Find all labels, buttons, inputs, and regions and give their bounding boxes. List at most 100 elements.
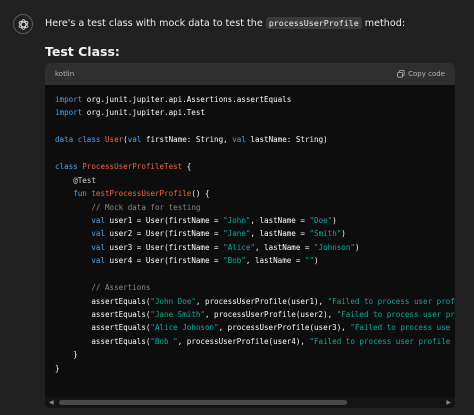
code-token: user1 = User(firstName = (105, 215, 224, 225)
scroll-left-arrow-icon[interactable]: ◀ (49, 399, 54, 406)
copy-code-button[interactable]: Copy code (397, 70, 445, 78)
code-token: data class (55, 135, 101, 145)
code-token: "Johnson" (314, 242, 355, 252)
copy-icon (397, 70, 405, 78)
code-line: val user4 = User(firstName = "Bob", last… (55, 254, 455, 267)
code-token: "Alice Johnson" (150, 323, 219, 333)
code-token: "Jane Smith" (150, 310, 205, 319)
inline-code-method: processUserProfile (265, 17, 362, 29)
code-token: ) (314, 256, 319, 266)
code-token: , lastName = (250, 229, 310, 239)
code-line: assertEquals("John Doe", processUserProf… (55, 295, 455, 308)
scroll-right-arrow-icon[interactable]: ▶ (446, 399, 451, 406)
code-token: } (55, 350, 78, 360)
code-line: val user1 = User(firstName = "John", las… (55, 214, 455, 227)
code-token: } (55, 363, 60, 373)
code-token: ProcessUserProfileTest (82, 162, 183, 172)
openai-logo-icon (18, 18, 28, 30)
code-token: assertEquals( (55, 323, 151, 333)
code-token: "John" (223, 215, 251, 225)
code-token: "Smith" (309, 229, 342, 239)
code-token: org.junit.jupiter.api.Assertions.assertE… (82, 95, 292, 104)
code-token: ) (341, 229, 346, 239)
code-token: user3 = User(firstName = (105, 242, 224, 252)
code-line: fun testProcessUserProfile() { (55, 187, 455, 200)
code-token: "Failed to process use (350, 323, 451, 333)
code-token: val (91, 242, 105, 252)
code-token: fun (73, 189, 87, 199)
code-token: { (182, 162, 192, 172)
code-token: firstName: String, (141, 135, 233, 145)
code-line: assertEquals("Jane Smith", processUserPr… (55, 308, 455, 321)
code-token: "Alice" (223, 242, 255, 252)
code-token: , processUserProfile(user2), (204, 310, 337, 319)
code-line: // Mock data for testing (55, 201, 455, 214)
code-line: class ProcessUserProfileTest { (55, 160, 455, 173)
code-token: org.junit.jupiter.api.Test (82, 108, 205, 118)
code-token: lastName: String) (245, 135, 328, 145)
code-token: // Mock data for testing (91, 202, 201, 212)
code-token: User (104, 135, 124, 145)
code-token: , lastName = (250, 215, 310, 225)
code-line: @Test (55, 174, 455, 187)
code-token: "" (304, 256, 315, 266)
code-token: user4 = User(firstName = (105, 256, 224, 266)
code-token: "Doe" (309, 215, 333, 225)
code-token: , processUserProfile(user4), (177, 336, 310, 346)
code-token: assertEquals( (55, 296, 151, 306)
code-line: assertEquals("Bob ", processUserProfile(… (55, 335, 455, 348)
code-token: import (55, 95, 83, 104)
code-token: "Failed to process user prof (336, 310, 455, 319)
code-token: "Bob " (150, 336, 178, 346)
code-token: , lastName = (254, 242, 315, 252)
code-block-header: kotlin Copy code (45, 63, 455, 85)
code-token: ) (354, 242, 360, 252)
code-token: , processUserProfile(user3), (218, 323, 351, 333)
code-token: "Failed to process user profile fo (309, 336, 455, 346)
horizontal-scrollbar[interactable]: ◀ ▶ (45, 397, 455, 408)
code-token: "Failed to process user profile (327, 296, 455, 306)
code-token: @Test (73, 175, 96, 185)
code-token: // Assertions (91, 283, 151, 293)
code-token: assertEquals( (55, 310, 151, 319)
code-line: // Assertions (55, 281, 455, 294)
code-token: , processUserProfile(user1), (195, 296, 328, 306)
assistant-avatar (13, 14, 33, 34)
scrollbar-thumb[interactable] (59, 400, 347, 405)
code-token: val (91, 215, 105, 225)
code-token: val (91, 256, 105, 266)
code-token: assertEquals( (55, 336, 151, 346)
code-token: user2 = User(firstName = (105, 229, 224, 239)
intro-text-before: Here's a test class with mock data to te… (45, 18, 266, 29)
code-block: kotlin Copy code import org.junit.jupite… (45, 63, 455, 408)
intro-text-after: method: (361, 18, 406, 29)
code-token: , lastName = (245, 256, 305, 266)
code-token: testProcessUserProfile (91, 189, 192, 199)
code-token: val (232, 135, 246, 145)
code-line: data class User(val firstName: String, v… (55, 133, 455, 146)
code-token: val (127, 135, 142, 145)
code-token: class (55, 162, 78, 172)
code-token: import (55, 108, 83, 118)
code-token: "Jane" (223, 229, 251, 239)
code-line: } (55, 362, 455, 375)
code-content[interactable]: import org.junit.jupiter.api.Assertions.… (55, 93, 455, 375)
code-line: val user2 = User(firstName = "Jane", las… (55, 227, 455, 240)
code-line: assertEquals("Alice Johnson", processUse… (55, 321, 455, 334)
code-line: } (55, 348, 455, 361)
code-token: val (91, 229, 105, 239)
code-token: ) (332, 215, 337, 225)
code-line: import org.junit.jupiter.api.Assertions.… (55, 93, 455, 106)
code-token: "John Doe" (150, 296, 196, 306)
section-heading: Test Class: (45, 44, 120, 59)
